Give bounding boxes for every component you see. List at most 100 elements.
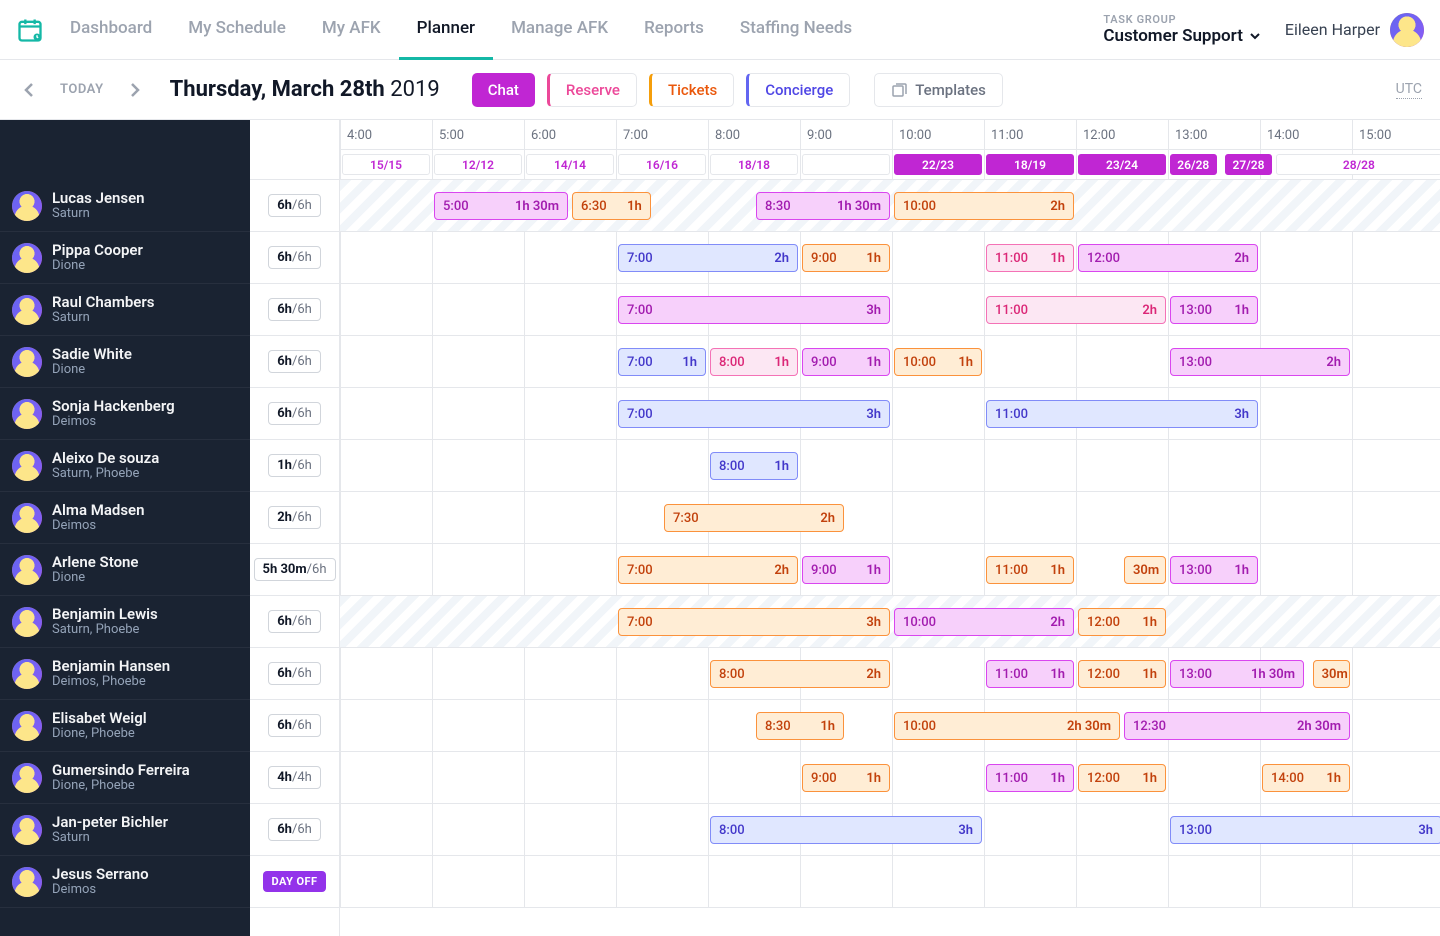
capacity-cell[interactable]: 26/28	[1170, 154, 1217, 175]
schedule-block-concierge[interactable]: 7:003h	[618, 400, 890, 428]
next-day-button[interactable]	[122, 78, 146, 102]
planner-content[interactable]: 6h/6h6h/6h6h/6h6h/6h6h/6h1h/6h2h/6h5h 30…	[250, 120, 1440, 936]
schedule-block-chat[interactable]: 13:001h 30m	[1170, 660, 1304, 688]
schedule-block-tickets[interactable]: 7:002h	[618, 556, 798, 584]
filter-reserve[interactable]: Reserve	[547, 73, 637, 107]
person-row[interactable]: Raul ChambersSaturn	[0, 284, 250, 336]
person-row[interactable]: Benjamin HansenDeimos, Phoebe	[0, 648, 250, 700]
nav-planner[interactable]: Planner	[399, 0, 493, 60]
nav-staffing-needs[interactable]: Staffing Needs	[722, 0, 870, 60]
filter-tickets[interactable]: Tickets	[649, 73, 734, 107]
schedule-block-chat[interactable]: 13:001h	[1170, 556, 1258, 584]
capacity-cell[interactable]: 14/14	[526, 154, 614, 175]
nav-my-schedule[interactable]: My Schedule	[170, 0, 304, 60]
schedule-block-tickets[interactable]: 7:302h	[664, 504, 844, 532]
timeline-row[interactable]: 8:002h 11:001h12:001h13:001h 30m 30m	[340, 648, 1440, 700]
person-row[interactable]: Jesus SerranoDeimos	[0, 856, 250, 908]
filter-chat[interactable]: Chat	[472, 73, 535, 107]
schedule-block-concierge[interactable]: 7:002h	[618, 244, 798, 272]
schedule-block-reserve[interactable]: 11:002h	[986, 296, 1166, 324]
nav-dashboard[interactable]: Dashboard	[52, 0, 170, 60]
schedule-block-tickets[interactable]: 6:301h	[572, 192, 651, 220]
schedule-block-tickets[interactable]: 12:001h	[1078, 764, 1166, 792]
person-row[interactable]: Benjamin LewisSaturn, Phoebe	[0, 596, 250, 648]
app-logo[interactable]	[8, 16, 52, 44]
schedule-block-tickets[interactable]: 8:301h	[756, 712, 844, 740]
prev-day-button[interactable]	[18, 78, 42, 102]
person-row[interactable]: Sadie WhiteDione	[0, 336, 250, 388]
today-button[interactable]: TODAY	[54, 82, 110, 97]
person-row[interactable]: Alma MadsenDeimos	[0, 492, 250, 544]
schedule-block-chat[interactable]: 12:002h	[1078, 244, 1258, 272]
schedule-block-tickets[interactable]: 30m	[1124, 556, 1166, 584]
schedule-block-tickets[interactable]: 10:002h 30m	[894, 712, 1120, 740]
schedule-block-concierge[interactable]: 7:001h	[618, 348, 706, 376]
capacity-cell[interactable]: 12/12	[434, 154, 522, 175]
timeline-row[interactable]: 5:001h 30m6:301h 8:301h 30m10:002h	[340, 180, 1440, 232]
schedule-block-tickets[interactable]: 10:002h	[894, 192, 1074, 220]
capacity-cell[interactable]: 18/19	[986, 154, 1074, 175]
nav-reports[interactable]: Reports	[626, 0, 722, 60]
schedule-block-tickets[interactable]: 9:001h	[802, 244, 890, 272]
capacity-cell[interactable]	[802, 154, 890, 175]
filter-concierge[interactable]: Concierge	[746, 73, 850, 107]
schedule-block-chat[interactable]: 7:003h	[618, 296, 890, 324]
schedule-block-concierge[interactable]: 8:001h	[710, 452, 798, 480]
schedule-block-chat[interactable]: 13:002h	[1170, 348, 1350, 376]
capacity-cell[interactable]: 16/16	[618, 154, 706, 175]
timeline-row[interactable]: 8:301h 10:002h 30m12:302h 30m	[340, 700, 1440, 752]
schedule-block-tickets[interactable]: 8:002h	[710, 660, 890, 688]
schedule-block-tickets[interactable]: 30m	[1313, 660, 1350, 688]
timeline-row[interactable]	[340, 856, 1440, 908]
timeline-row[interactable]: 7:003h 11:003h	[340, 388, 1440, 440]
capacity-cell[interactable]: 18/18	[710, 154, 798, 175]
timeline-row[interactable]: 9:001h 11:001h12:001h 14:001h	[340, 752, 1440, 804]
person-row[interactable]: Pippa CooperDione	[0, 232, 250, 284]
nav-my-afk[interactable]: My AFK	[304, 0, 399, 60]
capacity-cell[interactable]: 23/24	[1078, 154, 1166, 175]
schedule-block-tickets[interactable]: 10:001h	[894, 348, 982, 376]
capacity-cell[interactable]: 22/23	[894, 154, 982, 175]
person-row[interactable]: Arlene StoneDione	[0, 544, 250, 596]
current-user[interactable]: Eileen Harper	[1285, 13, 1424, 47]
timeline-row[interactable]: 7:003h10:002h12:001h	[340, 596, 1440, 648]
timeline-row[interactable]: 8:001h	[340, 440, 1440, 492]
schedule-block-chat[interactable]: 11:001h	[986, 660, 1074, 688]
templates-button[interactable]: Templates	[874, 73, 1003, 107]
person-row[interactable]: Lucas JensenSaturn	[0, 180, 250, 232]
schedule-block-tickets[interactable]: 12:001h	[1078, 608, 1166, 636]
schedule-block-chat[interactable]: 8:301h 30m	[756, 192, 890, 220]
schedule-block-concierge[interactable]: 13:003h	[1170, 816, 1440, 844]
schedule-block-chat[interactable]: 11:001h	[986, 764, 1074, 792]
person-row[interactable]: Sonja HackenbergDeimos	[0, 388, 250, 440]
timeline-row[interactable]: 7:003h 11:002h13:001h	[340, 284, 1440, 336]
schedule-block-tickets[interactable]: 7:003h	[618, 608, 890, 636]
timeline-row[interactable]: 7:002h9:001h 11:001h12:002h	[340, 232, 1440, 284]
schedule-block-chat[interactable]: 5:001h 30m	[434, 192, 568, 220]
schedule-block-chat[interactable]: 13:001h	[1170, 296, 1258, 324]
schedule-block-tickets[interactable]: 11:001h	[986, 556, 1074, 584]
schedule-block-chat[interactable]: 9:001h	[802, 556, 890, 584]
person-row[interactable]: Elisabet WeiglDione, Phoebe	[0, 700, 250, 752]
schedule-block-chat[interactable]: 9:001h	[802, 348, 890, 376]
capacity-cell[interactable]: 27/28	[1225, 154, 1272, 175]
timeline-row[interactable]: 7:302h	[340, 492, 1440, 544]
timezone-selector[interactable]: UTC	[1396, 81, 1422, 99]
timeline-row[interactable]: 7:002h9:001h 11:001h 30m13:001h	[340, 544, 1440, 596]
person-row[interactable]: Aleixo De souzaSaturn, Phoebe	[0, 440, 250, 492]
timeline-row[interactable]: 8:003h 13:003h	[340, 804, 1440, 856]
capacity-cell[interactable]: 28/28	[1276, 154, 1440, 175]
schedule-block-tickets[interactable]: 12:001h	[1078, 660, 1166, 688]
schedule-block-reserve[interactable]: 11:001h	[986, 244, 1074, 272]
schedule-block-chat[interactable]: 10:002h	[894, 608, 1074, 636]
person-row[interactable]: Gumersindo FerreiraDione, Phoebe	[0, 752, 250, 804]
schedule-block-chat[interactable]: 12:302h 30m	[1124, 712, 1350, 740]
timeline-row[interactable]: 7:001h8:001h9:001h10:001h 13:002h	[340, 336, 1440, 388]
schedule-block-tickets[interactable]: 9:001h	[802, 764, 890, 792]
person-row[interactable]: Jan-peter BichlerSaturn	[0, 804, 250, 856]
capacity-cell[interactable]: 15/15	[342, 154, 430, 175]
schedule-block-tickets[interactable]: 14:001h	[1262, 764, 1350, 792]
schedule-block-concierge[interactable]: 8:003h	[710, 816, 982, 844]
schedule-block-concierge[interactable]: 11:003h	[986, 400, 1258, 428]
schedule-block-reserve[interactable]: 8:001h	[710, 348, 798, 376]
